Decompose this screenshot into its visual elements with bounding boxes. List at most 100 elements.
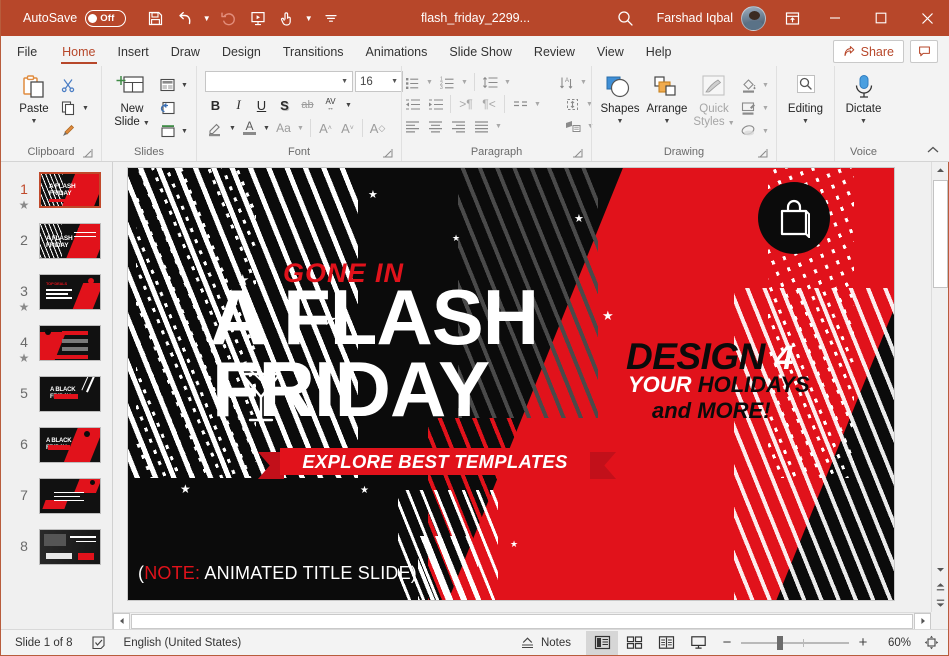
section-button[interactable] bbox=[156, 120, 178, 142]
touch-mode-dropdown-icon[interactable]: ▼ bbox=[302, 5, 315, 31]
change-case-button[interactable]: Aa bbox=[273, 118, 294, 139]
horizontal-scrollbar[interactable] bbox=[113, 612, 931, 629]
tab-slide-show[interactable]: Slide Show bbox=[438, 37, 523, 66]
slide-thumbnail-8[interactable]: 8 bbox=[9, 529, 101, 565]
scroll-left-button[interactable] bbox=[113, 613, 130, 630]
vertical-scroll-thumb[interactable] bbox=[933, 180, 948, 288]
share-button[interactable]: Share bbox=[833, 40, 904, 63]
text-direction-button[interactable]: A bbox=[555, 71, 577, 93]
shape-fill-button[interactable] bbox=[737, 74, 759, 96]
close-button[interactable] bbox=[904, 0, 949, 36]
line-spacing-button[interactable] bbox=[479, 71, 501, 93]
slide-thumbnail-5[interactable]: 5 A BLACKFRIDAY bbox=[9, 376, 101, 412]
language-indicator[interactable]: English (United States) bbox=[115, 630, 251, 656]
tab-transitions[interactable]: Transitions bbox=[272, 37, 355, 66]
scroll-right-button[interactable] bbox=[914, 613, 931, 630]
increase-font-size-button[interactable]: A˄ bbox=[315, 118, 336, 139]
slide-sorter-button[interactable] bbox=[618, 631, 650, 655]
accessibility-checker[interactable] bbox=[82, 630, 115, 656]
text-highlight-button[interactable] bbox=[205, 118, 226, 139]
previous-slide-button[interactable] bbox=[932, 578, 949, 595]
slides-thumbnail-pane[interactable]: 1 ★ A FLASHFRIDAY 2 bbox=[1, 162, 113, 629]
convert-to-smartart-button[interactable] bbox=[562, 115, 584, 137]
zoom-out-button[interactable]: − bbox=[720, 636, 734, 650]
shapes-button[interactable]: Shapes ▼ bbox=[597, 71, 643, 126]
slide-show-button[interactable] bbox=[682, 631, 714, 655]
slide-thumbnail-7[interactable]: 7 bbox=[9, 478, 101, 514]
change-case-dropdown-icon[interactable]: ▼ bbox=[295, 117, 306, 139]
shape-effects-dropdown-icon[interactable]: ▼ bbox=[760, 120, 771, 142]
reset-button[interactable] bbox=[156, 97, 178, 119]
align-text-button[interactable] bbox=[561, 93, 583, 115]
paste-button[interactable]: Paste ▼ bbox=[11, 71, 57, 126]
font-color-dropdown-icon[interactable]: ▼ bbox=[261, 117, 272, 139]
clear-formatting-button[interactable]: A◇ bbox=[367, 118, 388, 139]
line-spacing-dropdown-icon[interactable]: ▼ bbox=[502, 71, 513, 93]
columns-button[interactable] bbox=[509, 93, 531, 115]
zoom-in-button[interactable]: + bbox=[856, 636, 870, 650]
decrease-font-size-button[interactable]: A˅ bbox=[337, 118, 358, 139]
slide-thumbnail-3[interactable]: 3 ★ TOP DEALS bbox=[9, 274, 101, 315]
clipboard-dialog-launcher[interactable] bbox=[82, 148, 93, 159]
dictate-button[interactable]: Dictate ▼ bbox=[839, 71, 889, 126]
next-slide-button[interactable] bbox=[932, 595, 949, 612]
design-subline-1[interactable]: YOUR HOLIDAYS bbox=[628, 372, 810, 398]
bold-button[interactable]: B bbox=[205, 95, 226, 116]
slide-editing-area[interactable]: ★ ★ ★ ★ ★ ★ ★ ★ ★ GONE IN A FLASH FRIDAY bbox=[113, 162, 948, 629]
undo-dropdown-icon[interactable]: ▼ bbox=[200, 5, 213, 31]
autosave-toggle[interactable]: Off bbox=[85, 10, 126, 27]
shape-outline-dropdown-icon[interactable]: ▼ bbox=[760, 97, 771, 119]
slide-title-line1[interactable]: A FLASH bbox=[210, 280, 538, 354]
layout-dropdown-icon[interactable]: ▼ bbox=[179, 74, 190, 96]
comments-button[interactable] bbox=[910, 40, 938, 63]
ribbon-display-options-icon[interactable] bbox=[772, 0, 812, 36]
account-control[interactable]: Farshad Iqbal bbox=[647, 6, 772, 31]
align-right-button[interactable] bbox=[447, 115, 469, 137]
slide-thumbnail-6[interactable]: 6 A BLACKFRIDAY bbox=[9, 427, 101, 463]
shapes-dropdown-icon[interactable]: ▼ bbox=[617, 117, 624, 126]
strikethrough-button[interactable]: ab bbox=[297, 95, 318, 116]
undo-icon[interactable] bbox=[171, 5, 198, 31]
quick-styles-dropdown-icon[interactable]: ▼ bbox=[728, 119, 735, 128]
paragraph-dialog-launcher[interactable] bbox=[572, 148, 583, 159]
underline-button[interactable]: U bbox=[251, 95, 272, 116]
save-icon[interactable] bbox=[142, 5, 169, 31]
numbering-dropdown-icon[interactable]: ▼ bbox=[459, 71, 470, 93]
search-icon[interactable] bbox=[605, 0, 647, 36]
cut-button[interactable] bbox=[57, 74, 79, 96]
editing-dropdown-icon[interactable]: ▼ bbox=[802, 117, 809, 126]
slide-thumbnail-1[interactable]: 1 ★ A FLASHFRIDAY bbox=[9, 172, 101, 213]
bullets-dropdown-icon[interactable]: ▼ bbox=[424, 71, 435, 93]
ltr-button[interactable]: >¶ bbox=[455, 93, 477, 115]
text-highlight-dropdown-icon[interactable]: ▼ bbox=[227, 117, 238, 139]
redo-icon[interactable] bbox=[215, 5, 242, 31]
tab-file[interactable]: File bbox=[1, 37, 51, 66]
minimize-button[interactable] bbox=[812, 0, 858, 36]
numbering-button[interactable]: 123 bbox=[436, 71, 458, 93]
design-subline-2[interactable]: and MORE! bbox=[652, 398, 771, 424]
tab-help[interactable]: Help bbox=[635, 37, 683, 66]
customize-qat-icon[interactable] bbox=[317, 5, 344, 31]
zoom-control[interactable]: − + 60% bbox=[720, 635, 948, 650]
font-size-combobox[interactable]: 16 ▼ bbox=[355, 71, 403, 92]
tab-design[interactable]: Design bbox=[211, 37, 272, 66]
shape-fill-dropdown-icon[interactable]: ▼ bbox=[760, 74, 771, 96]
increase-indent-button[interactable] bbox=[424, 93, 446, 115]
new-slide-dropdown-icon[interactable]: ▼ bbox=[143, 119, 150, 128]
tab-review[interactable]: Review bbox=[523, 37, 586, 66]
drawing-dialog-launcher[interactable] bbox=[757, 148, 768, 159]
font-name-dropdown-icon[interactable]: ▼ bbox=[341, 78, 348, 85]
text-shadow-button[interactable]: S bbox=[274, 95, 295, 116]
tab-draw[interactable]: Draw bbox=[160, 37, 211, 66]
scroll-up-button[interactable] bbox=[932, 162, 949, 179]
normal-view-button[interactable] bbox=[586, 631, 618, 655]
touch-mode-icon[interactable] bbox=[273, 5, 300, 31]
font-name-combobox[interactable]: ▼ bbox=[205, 71, 353, 92]
fit-to-window-button[interactable] bbox=[918, 635, 944, 650]
dictate-dropdown-icon[interactable]: ▼ bbox=[860, 117, 867, 126]
tab-insert[interactable]: Insert bbox=[107, 37, 160, 66]
quick-styles-button[interactable]: Quick Styles ▼ bbox=[691, 71, 737, 129]
autosave-control[interactable]: AutoSave Off bbox=[23, 10, 126, 27]
avatar[interactable] bbox=[741, 6, 766, 31]
align-left-button[interactable] bbox=[401, 115, 423, 137]
